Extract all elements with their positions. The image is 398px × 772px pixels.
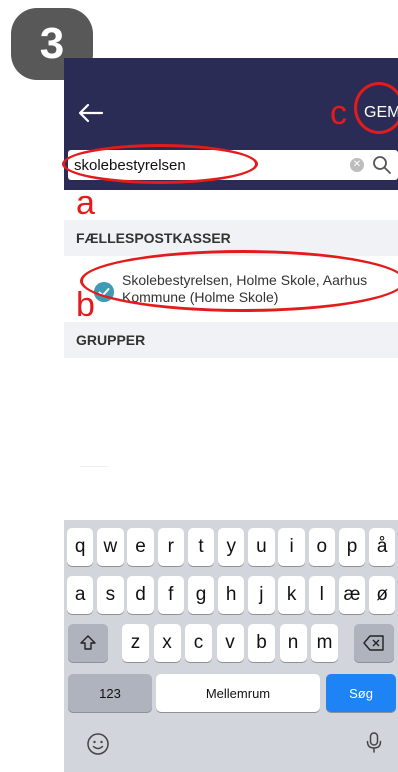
key-q[interactable]: q (67, 528, 94, 566)
key-a[interactable]: a (67, 576, 94, 614)
section-title: GRUPPER (76, 332, 146, 348)
key-e[interactable]: e (127, 528, 154, 566)
key-k[interactable]: k (278, 576, 305, 614)
key-w[interactable]: w (97, 528, 124, 566)
space-key[interactable]: Mellemrum (156, 674, 320, 712)
shift-key[interactable] (68, 624, 108, 662)
annotation-ellipse-result (80, 250, 398, 312)
annotation-ellipse-search (62, 144, 258, 184)
key-f[interactable]: f (157, 576, 184, 614)
section-header-grupper: GRUPPER (64, 322, 398, 358)
annotation-label-b: b (76, 286, 95, 324)
key-o[interactable]: o (308, 528, 335, 566)
key-z[interactable]: z (122, 624, 149, 662)
key-ø[interactable]: ø (369, 576, 396, 614)
clear-icon[interactable]: ✕ (350, 158, 364, 172)
key-v[interactable]: v (216, 624, 244, 662)
key-h[interactable]: h (218, 576, 245, 614)
key-l[interactable]: l (308, 576, 335, 614)
annotation-label-a: a (76, 184, 95, 222)
key-i[interactable]: i (278, 528, 305, 566)
key-æ[interactable]: æ (338, 576, 366, 614)
shift-icon (80, 635, 96, 650)
emoji-icon[interactable] (86, 732, 110, 756)
arrow-left-icon[interactable] (76, 98, 106, 128)
key-c[interactable]: c (185, 624, 212, 662)
key-r[interactable]: r (157, 528, 184, 566)
step-number: 3 (39, 19, 65, 68)
key-u[interactable]: u (248, 528, 275, 566)
key-p[interactable]: p (338, 528, 366, 566)
search-key[interactable]: Søg (326, 674, 396, 712)
microphone-icon[interactable] (362, 730, 386, 754)
backspace-key[interactable] (354, 624, 394, 662)
backspace-icon (363, 635, 384, 651)
key-d[interactable]: d (127, 576, 154, 614)
key-g[interactable]: g (187, 576, 215, 614)
keyboard: qwertyuiopå asdfghjklæø zxcvbnm 123 Mell… (64, 520, 398, 772)
numbers-key[interactable]: 123 (68, 674, 152, 712)
annotation-ellipse-save (354, 82, 398, 134)
key-x[interactable]: x (153, 624, 181, 662)
key-n[interactable]: n (279, 624, 307, 662)
annotation-label-c: c (330, 94, 347, 132)
section-title: FÆLLESPOSTKASSER (76, 230, 231, 246)
key-s[interactable]: s (97, 576, 124, 614)
key-t[interactable]: t (187, 528, 215, 566)
key-m[interactable]: m (311, 624, 338, 662)
search-icon[interactable] (372, 155, 392, 175)
key-j[interactable]: j (248, 576, 275, 614)
key-b[interactable]: b (248, 624, 275, 662)
key-å[interactable]: å (369, 528, 396, 566)
key-y[interactable]: y (218, 528, 245, 566)
divider (80, 466, 108, 467)
